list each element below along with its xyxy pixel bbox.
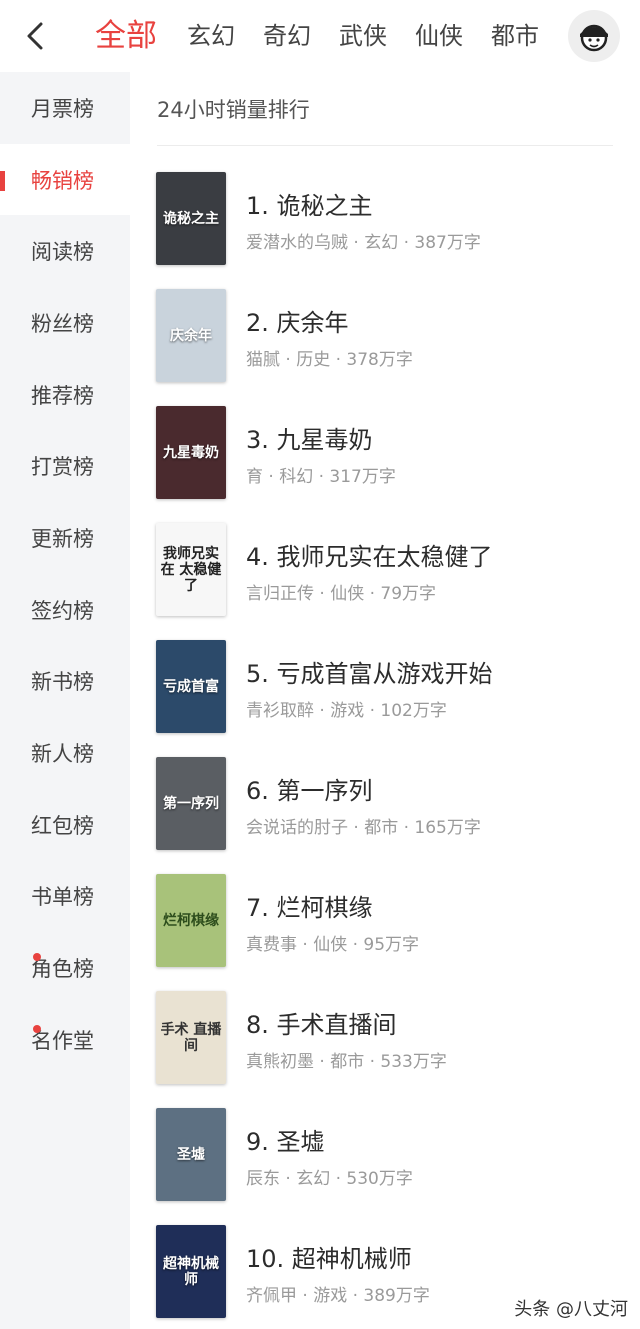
- tab-all[interactable]: 全部: [95, 0, 157, 72]
- book-cover: 亏成首富: [156, 640, 226, 733]
- tab-wuxia[interactable]: 武侠: [339, 0, 387, 72]
- book-title: 2. 庆余年: [246, 309, 349, 337]
- book-meta: 青衫取醉 · 游戏 · 102万字: [246, 701, 447, 721]
- sidebar-item-reading[interactable]: 阅读榜: [0, 215, 130, 287]
- ranking-sidebar: 月票榜 畅销榜 阅读榜 粉丝榜 推荐榜 打赏榜 更新榜 签约榜 新书榜 新人榜 …: [0, 72, 130, 1329]
- book-item[interactable]: 手术 直播间 8. 手术直播间 真熊初墨 · 都市 · 533万字: [156, 991, 616, 1085]
- sidebar-item-label: 书单榜: [31, 885, 94, 910]
- book-item[interactable]: 我师兄实在 太稳健了 4. 我师兄实在太稳健了 言归正传 · 仙侠 · 79万字: [156, 523, 616, 617]
- tab-qihuan[interactable]: 奇幻: [263, 0, 311, 72]
- book-cover: 我师兄实在 太稳健了: [156, 523, 226, 616]
- sidebar-item-masterpieces[interactable]: 名作堂: [0, 1004, 130, 1076]
- sidebar-item-characters[interactable]: 角色榜: [0, 932, 130, 1004]
- book-title: 4. 我师兄实在太稳健了: [246, 543, 493, 571]
- book-meta: 爱潜水的乌贼 · 玄幻 · 387万字: [246, 233, 481, 253]
- book-cover: 庆余年: [156, 289, 226, 382]
- book-meta: 猫腻 · 历史 · 378万字: [246, 350, 413, 370]
- cover-text: 圣墟: [177, 1146, 205, 1163]
- list-title: 24小时销量排行: [157, 98, 310, 122]
- book-cover: 超神机械师: [156, 1225, 226, 1318]
- book-meta: 真熊初墨 · 都市 · 533万字: [246, 1052, 447, 1072]
- book-title: 3. 九星毒奶: [246, 426, 373, 454]
- book-item[interactable]: 庆余年 2. 庆余年 猫腻 · 历史 · 378万字: [156, 289, 616, 383]
- sidebar-item-label: 红包榜: [31, 813, 94, 838]
- top-bar: 全部 玄幻 奇幻 武侠 仙侠 都市: [0, 0, 640, 72]
- sidebar-item-new-books[interactable]: 新书榜: [0, 646, 130, 718]
- book-cover: 圣墟: [156, 1108, 226, 1201]
- book-title: 7. 烂柯棋缘: [246, 894, 373, 922]
- book-title: 10. 超神机械师: [246, 1245, 412, 1273]
- sidebar-item-label: 新书榜: [31, 670, 94, 695]
- sidebar-item-signed[interactable]: 签约榜: [0, 574, 130, 646]
- back-button[interactable]: [20, 20, 50, 52]
- book-cover: 手术 直播间: [156, 991, 226, 1084]
- book-title: 5. 亏成首富从游戏开始: [246, 660, 493, 688]
- user-avatar-icon: [580, 24, 608, 52]
- sidebar-item-label: 打赏榜: [31, 455, 94, 480]
- sidebar-item-new-authors[interactable]: 新人榜: [0, 717, 130, 789]
- sidebar-item-label: 粉丝榜: [31, 311, 94, 336]
- divider: [157, 145, 613, 146]
- notification-dot: [33, 1024, 41, 1033]
- book-item[interactable]: 圣墟 9. 圣墟 辰东 · 玄幻 · 530万字: [156, 1108, 616, 1202]
- book-meta: 辰东 · 玄幻 · 530万字: [246, 1169, 413, 1189]
- sidebar-item-label: 更新榜: [31, 526, 94, 551]
- user-avatar-button[interactable]: [568, 10, 620, 62]
- book-item[interactable]: 烂柯棋缘 7. 烂柯棋缘 真费事 · 仙侠 · 95万字: [156, 874, 616, 968]
- ranking-list: 24小时销量排行 诡秘之主 1. 诡秘之主 爱潜水的乌贼 · 玄幻 · 387万…: [130, 72, 640, 1329]
- book-title: 8. 手术直播间: [246, 1011, 397, 1039]
- book-cover: 烂柯棋缘: [156, 874, 226, 967]
- watermark: 头条 @八丈河: [514, 1299, 628, 1320]
- tab-dushi[interactable]: 都市: [491, 0, 539, 72]
- cover-text: 九星毒奶: [163, 444, 219, 461]
- book-meta: 真费事 · 仙侠 · 95万字: [246, 935, 420, 955]
- chevron-left-icon: [27, 22, 43, 50]
- book-item[interactable]: 诡秘之主 1. 诡秘之主 爱潜水的乌贼 · 玄幻 · 387万字: [156, 172, 616, 266]
- tab-xianxia[interactable]: 仙侠: [415, 0, 463, 72]
- sidebar-item-booklist[interactable]: 书单榜: [0, 861, 130, 933]
- book-meta: 言归正传 · 仙侠 · 79万字: [246, 584, 437, 604]
- category-tabs: 全部 玄幻 奇幻 武侠 仙侠 都市: [95, 0, 557, 72]
- book-meta: 育 · 科幻 · 317万字: [246, 467, 396, 487]
- cover-text: 超神机械师: [163, 1255, 219, 1288]
- cover-text: 第一序列: [163, 795, 219, 812]
- book-title: 9. 圣墟: [246, 1128, 325, 1156]
- sidebar-item-recommend[interactable]: 推荐榜: [0, 359, 130, 431]
- cover-text: 诡秘之主: [163, 210, 219, 227]
- sidebar-item-label: 畅销榜: [31, 168, 94, 193]
- book-title: 1. 诡秘之主: [246, 192, 373, 220]
- tab-xuanhuan[interactable]: 玄幻: [187, 0, 235, 72]
- cover-text: 亏成首富: [163, 678, 219, 695]
- book-cover: 九星毒奶: [156, 406, 226, 499]
- book-item[interactable]: 亏成首富 5. 亏成首富从游戏开始 青衫取醉 · 游戏 · 102万字: [156, 640, 616, 734]
- book-cover: 诡秘之主: [156, 172, 226, 265]
- sidebar-item-tipping[interactable]: 打赏榜: [0, 430, 130, 502]
- book-title: 6. 第一序列: [246, 777, 373, 805]
- cover-text: 庆余年: [170, 327, 212, 344]
- book-cover: 第一序列: [156, 757, 226, 850]
- sidebar-item-label: 月票榜: [31, 96, 94, 121]
- sidebar-item-update[interactable]: 更新榜: [0, 502, 130, 574]
- cover-text: 烂柯棋缘: [163, 912, 219, 929]
- sidebar-item-label: 推荐榜: [31, 383, 94, 408]
- sidebar-item-label: 阅读榜: [31, 240, 94, 265]
- book-item[interactable]: 九星毒奶 3. 九星毒奶 育 · 科幻 · 317万字: [156, 406, 616, 500]
- cover-text: 手术 直播间: [160, 1021, 222, 1054]
- book-meta: 会说话的肘子 · 都市 · 165万字: [246, 818, 481, 838]
- sidebar-item-label: 签约榜: [31, 598, 94, 623]
- cover-text: 我师兄实在 太稳健了: [160, 545, 222, 594]
- sidebar-item-bestseller[interactable]: 畅销榜: [0, 143, 130, 216]
- sidebar-item-red-packet[interactable]: 红包榜: [0, 789, 130, 861]
- book-meta: 齐佩甲 · 游戏 · 389万字: [246, 1286, 430, 1306]
- sidebar-item-monthly[interactable]: 月票榜: [0, 72, 130, 144]
- sidebar-item-label: 新人榜: [31, 742, 94, 767]
- sidebar-item-fans[interactable]: 粉丝榜: [0, 287, 130, 359]
- book-item[interactable]: 第一序列 6. 第一序列 会说话的肘子 · 都市 · 165万字: [156, 757, 616, 851]
